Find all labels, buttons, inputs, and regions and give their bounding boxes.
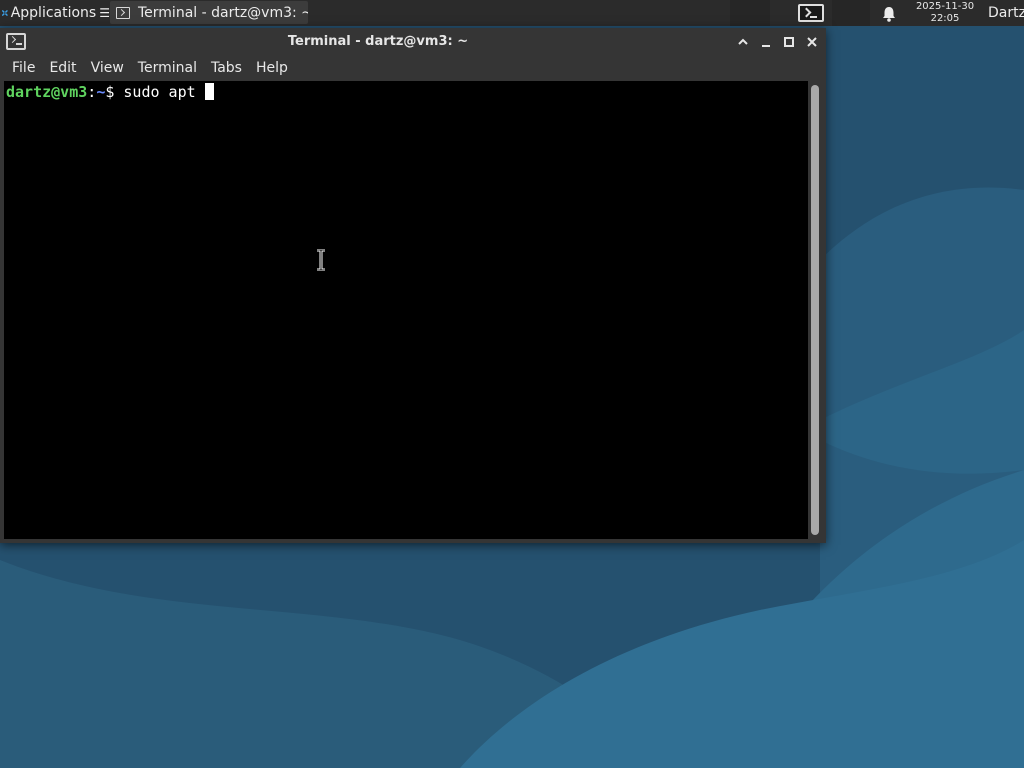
close-icon [807,37,817,47]
maximize-button[interactable] [781,34,797,50]
minimize-button[interactable] [758,34,774,50]
menu-file[interactable]: File [5,56,42,80]
menu-edit[interactable]: Edit [42,56,83,80]
clock-date: 2025-11-30 [915,1,975,12]
user-menu[interactable]: Dartz [988,0,1024,26]
panel-spacer [730,0,770,26]
prompt-user: dartz@vm3 [6,83,88,101]
terminal-icon [116,6,130,19]
terminal-output-area[interactable]: dartz@vm3:~$ sudo apt [4,81,808,539]
maximize-icon [784,37,794,47]
applications-menu-button[interactable]: Applications ☰ [0,0,110,26]
bell-icon[interactable] [880,5,898,23]
terminal-prompt-line: dartz@vm3:~$ sudo apt [6,83,214,101]
prompt-path: ~ [96,83,106,101]
window-titlebar[interactable]: Terminal - dartz@vm3: ~ [0,28,826,56]
menu-terminal[interactable]: Terminal [131,56,204,80]
window-title: Terminal - dartz@vm3: ~ [287,34,469,49]
scrollbar-thumb[interactable] [811,85,819,535]
minimize-icon [762,45,770,47]
taskbar-window-title: Terminal - dartz@vm3: ~ [138,4,308,21]
close-button[interactable] [804,34,820,50]
prompt-symbol: $ [105,83,124,101]
text-cursor [204,83,214,100]
top-panel: Applications ☰ Terminal - dartz@vm3: ~ 2… [0,0,1024,26]
shade-icon [738,38,748,45]
menu-help[interactable]: Help [249,56,295,80]
xfce-logo-icon [2,10,8,16]
scrollbar[interactable] [808,81,824,539]
menu-view[interactable]: View [84,56,131,80]
terminal-launcher-icon [798,4,824,22]
taskbar-terminal-button[interactable]: Terminal - dartz@vm3: ~ [110,1,308,24]
panel-terminal-launcher[interactable] [792,0,830,26]
clock-time: 22:05 [930,13,960,24]
panel-spacer-2 [832,0,870,26]
menubar: File Edit View Terminal Tabs Help [0,56,826,80]
prompt-separator: : [87,83,97,101]
menu-tabs[interactable]: Tabs [204,56,249,80]
shade-button[interactable] [735,34,751,50]
ibeam-cursor-icon [317,249,325,271]
menu-lines-icon: ☰ [99,6,110,20]
terminal-window: Terminal - dartz@vm3: ~ File Edit View T… [0,28,826,543]
terminal-command: sudo apt [123,83,205,101]
clock[interactable]: 2025-11-30 22:05 [906,1,984,25]
applications-label: Applications [10,5,97,21]
